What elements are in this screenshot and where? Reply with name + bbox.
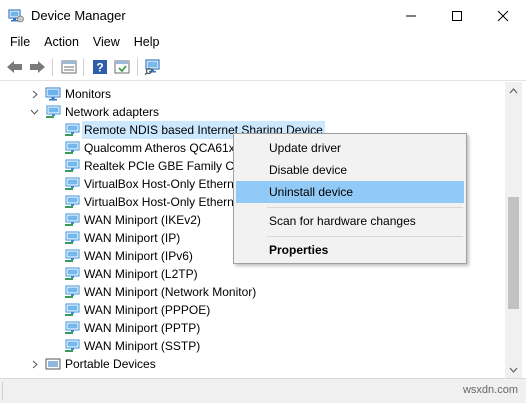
update-driver-button[interactable] — [112, 57, 132, 77]
network-adapter-icon — [64, 321, 80, 335]
tree-label: VirtualBox Host-Only Ethern — [84, 195, 234, 209]
back-button[interactable] — [5, 57, 25, 77]
menu-help[interactable]: Help — [127, 32, 167, 52]
svg-text:?: ? — [96, 61, 103, 75]
help-button[interactable]: ? — [90, 57, 110, 77]
tree-label: WAN Miniport (Network Monitor) — [84, 285, 257, 299]
network-adapter-icon — [64, 267, 80, 281]
tree-item-adapter[interactable]: WAN Miniport (L2TP) — [0, 265, 505, 283]
network-adapter-icon — [64, 285, 80, 299]
toolbar-separator — [137, 58, 138, 76]
network-adapter-icon — [64, 141, 80, 155]
chevron-down-icon[interactable] — [29, 107, 39, 117]
update-driver-icon — [114, 60, 130, 74]
network-adapter-icon — [64, 231, 80, 245]
vertical-scrollbar[interactable] — [505, 82, 522, 378]
title-bar: Device Manager — [0, 0, 526, 32]
back-icon — [7, 61, 22, 73]
network-adapter-icon — [64, 213, 80, 227]
scan-hardware-button[interactable] — [143, 57, 163, 77]
maximize-icon — [452, 11, 462, 21]
network-adapter-icon — [64, 123, 80, 137]
tree-label: Monitors — [65, 87, 112, 101]
menu-item-scan-hardware[interactable]: Scan for hardware changes — [236, 210, 464, 232]
menu-item-disable-device[interactable]: Disable device — [236, 159, 464, 181]
tree-label: Network adapters — [65, 105, 160, 119]
network-adapter-icon — [64, 195, 80, 209]
menu-separator — [267, 207, 463, 208]
toolbar-separator — [83, 58, 84, 76]
status-divider — [2, 382, 3, 400]
tree-node-monitors[interactable]: Monitors — [0, 85, 505, 103]
menu-item-uninstall-device[interactable]: Uninstall device — [236, 181, 464, 203]
minimize-button[interactable] — [388, 0, 434, 32]
forward-icon — [30, 61, 45, 73]
network-adapter-icon — [64, 159, 80, 173]
menu-item-properties[interactable]: Properties — [236, 239, 464, 261]
tree-label: WAN Miniport (PPTP) — [84, 321, 201, 335]
monitor-icon — [45, 87, 61, 101]
tree-label: VirtualBox Host-Only Ethern — [84, 177, 234, 191]
network-adapter-icon — [64, 177, 80, 191]
tree-item-adapter[interactable]: WAN Miniport (PPTP) — [0, 319, 505, 337]
menu-file[interactable]: File — [0, 32, 37, 52]
forward-button[interactable] — [27, 57, 47, 77]
scan-hardware-icon — [144, 59, 160, 75]
tree-label: WAN Miniport (L2TP) — [84, 267, 198, 281]
tree-node-network-adapters[interactable]: Network adapters — [0, 103, 505, 121]
help-icon: ? — [93, 60, 107, 75]
network-adapter-icon — [64, 303, 80, 317]
chevron-right-icon[interactable] — [30, 89, 40, 99]
scroll-down-button[interactable] — [505, 361, 522, 378]
menu-separator — [267, 236, 463, 237]
tree-label: WAN Miniport (PPPOE) — [84, 303, 211, 317]
menu-item-update-driver[interactable]: Update driver — [236, 137, 464, 159]
close-button[interactable] — [480, 0, 526, 32]
device-manager-icon — [8, 9, 24, 23]
scroll-up-button[interactable] — [505, 82, 522, 99]
maximize-button[interactable] — [434, 0, 480, 32]
chevron-up-icon — [509, 87, 518, 93]
tree-label: WAN Miniport (SSTP) — [84, 339, 201, 353]
chevron-right-icon[interactable] — [30, 359, 40, 369]
watermark-text: wsxdn.com — [462, 384, 518, 396]
tree-label: WAN Miniport (IPv6) — [84, 249, 193, 263]
tree-item-adapter[interactable]: WAN Miniport (Network Monitor) — [0, 283, 505, 301]
properties-button[interactable] — [59, 57, 79, 77]
tree-label: Realtek PCIe GBE Family Cor — [84, 159, 245, 173]
menu-bar: File Action View Help — [0, 32, 526, 52]
toolbar-separator — [52, 58, 53, 76]
minimize-icon — [406, 15, 416, 17]
properties-icon — [61, 60, 77, 74]
menu-action[interactable]: Action — [37, 32, 86, 52]
network-adapter-icon — [45, 105, 61, 119]
context-menu: Update driver Disable device Uninstall d… — [233, 133, 467, 264]
tree-item-adapter[interactable]: WAN Miniport (PPPOE) — [0, 301, 505, 319]
tree-label: Qualcomm Atheros QCA61x — [84, 141, 235, 155]
tree-node-portable-devices[interactable]: Portable Devices — [0, 355, 505, 373]
tree-label: WAN Miniport (IKEv2) — [84, 213, 201, 227]
window-title: Device Manager — [31, 8, 126, 23]
chevron-down-icon — [509, 367, 518, 373]
scrollbar-thumb[interactable] — [508, 197, 519, 309]
close-icon — [497, 10, 509, 22]
status-bar: wsxdn.com — [0, 378, 526, 403]
tree-label: WAN Miniport (IP) — [84, 231, 181, 245]
tree-label: Portable Devices — [65, 357, 156, 371]
network-adapter-icon — [64, 249, 80, 263]
toolbar: ? — [0, 53, 526, 81]
menu-view[interactable]: View — [86, 32, 127, 52]
network-adapter-icon — [64, 339, 80, 353]
tree-item-adapter[interactable]: WAN Miniport (SSTP) — [0, 337, 505, 355]
portable-device-icon — [45, 357, 61, 371]
